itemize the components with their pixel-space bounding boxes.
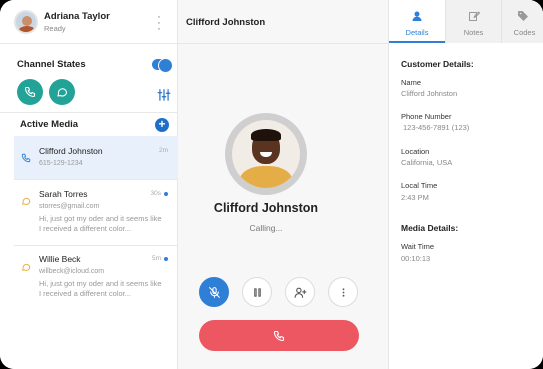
media-item-time: 30s <box>151 190 168 197</box>
callee-avatar <box>225 113 307 195</box>
tab-details[interactable]: Details <box>389 0 445 43</box>
phone-icon <box>24 86 36 98</box>
channel-states-title: Channel States <box>17 59 86 70</box>
local-time-value: 2:43 PM <box>401 193 429 202</box>
location-label: Location <box>401 147 430 156</box>
phone-label: Phone Number <box>401 112 452 121</box>
more-call-options-button[interactable] <box>328 277 358 307</box>
call-status: Calling... <box>249 223 283 233</box>
more-options-icon <box>342 287 344 297</box>
phone-icon <box>21 153 31 163</box>
unread-dot <box>164 191 168 196</box>
user-name: Adriana Taylor <box>44 11 110 22</box>
app-window: Adriana Taylor Ready · · · Channel States … <box>0 0 543 369</box>
channel-states-toggle[interactable] <box>152 57 173 73</box>
phone-icon <box>273 330 285 341</box>
location-value: California, USA <box>401 158 453 167</box>
microphone-off-icon <box>208 286 220 298</box>
list-item[interactable]: Willie Beck willbeck@icloud.com Hi, just… <box>14 246 178 310</box>
add-media-button[interactable]: + <box>155 118 169 132</box>
name-label: Name <box>401 78 422 87</box>
media-item-name: Clifford Johnston <box>39 146 103 156</box>
divider <box>0 43 178 44</box>
avatar <box>14 10 38 34</box>
unread-dot <box>164 256 168 261</box>
divider <box>0 112 178 113</box>
chat-channel-button[interactable] <box>49 79 75 105</box>
chat-icon <box>22 263 31 271</box>
media-item-preview: Hi, just got my oder and it seems like I… <box>39 214 162 233</box>
more-options-icon[interactable]: · · · <box>156 12 162 35</box>
local-time-label: Local Time <box>401 181 438 190</box>
end-call-button[interactable] <box>199 320 359 351</box>
mute-button[interactable] <box>199 277 229 307</box>
list-item[interactable]: Clifford Johnston 615-129-1234 2m <box>14 136 178 179</box>
phone-value: 123-456-7891 (123) <box>403 123 470 132</box>
active-media-title: Active Media <box>20 119 79 130</box>
media-item-sub: 615-129-1234 <box>39 160 83 167</box>
media-item-sub: storres@gmail.com <box>39 203 100 210</box>
user-profile[interactable]: Adriana Taylor Ready <box>14 10 110 34</box>
media-item-time: 2m <box>158 147 168 154</box>
media-item-preview: Hi, just got my oder and it seems like I… <box>39 279 162 298</box>
tab-codes[interactable]: Codes <box>501 0 543 43</box>
customer-details-heading: Customer Details: <box>401 59 474 69</box>
chat-icon <box>57 88 68 97</box>
media-item-name: Sarah Torres <box>39 189 88 199</box>
tag-icon <box>517 11 528 21</box>
pause-icon <box>253 287 261 297</box>
sliders-icon[interactable] <box>157 88 171 102</box>
phone-channel-button[interactable] <box>17 79 43 105</box>
edit-icon <box>468 11 480 21</box>
tab-notes[interactable]: Notes <box>445 0 501 43</box>
user-status: Ready <box>44 24 66 33</box>
call-panel: Clifford Johnston Clifford Johnston Call… <box>178 0 389 369</box>
divider <box>178 43 389 44</box>
add-user-icon <box>294 287 306 298</box>
name-value: Clifford Johnston <box>401 89 458 98</box>
chat-icon <box>22 197 31 205</box>
left-panel: Adriana Taylor Ready · · · Channel States … <box>0 0 178 369</box>
tab-bar: Details Notes Codes <box>389 0 543 43</box>
media-item-sub: willbeck@icloud.com <box>39 268 105 275</box>
callee-name: Clifford Johnston <box>213 201 319 215</box>
call-title: Clifford Johnston <box>186 17 266 28</box>
hold-button[interactable] <box>242 277 272 307</box>
wait-time-label: Wait Time <box>401 242 435 251</box>
list-item[interactable]: Sarah Torres storres@gmail.com Hi, just … <box>14 180 178 244</box>
details-panel: Details Notes Codes Customer Details: Na… <box>389 0 543 369</box>
media-item-name: Willie Beck <box>39 254 81 264</box>
wait-time-value: 00:10:13 <box>401 254 431 263</box>
media-item-time: 5m <box>152 255 168 262</box>
add-participant-button[interactable] <box>285 277 315 307</box>
person-icon <box>412 11 422 21</box>
media-details-heading: Media Details: <box>401 223 459 233</box>
